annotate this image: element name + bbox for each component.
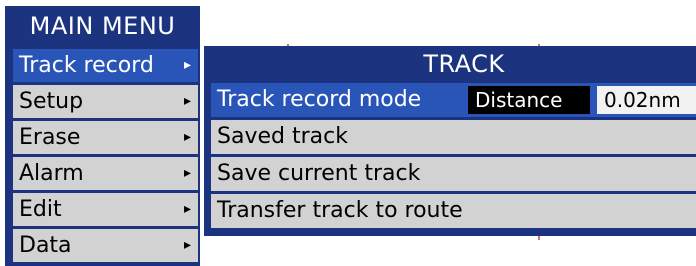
menu-item-setup[interactable]: Setup ▸ (13, 85, 198, 118)
menu-item-label: Erase (19, 125, 81, 150)
menu-item-alarm[interactable]: Alarm ▸ (13, 157, 198, 190)
track-item-label: Saved track (217, 124, 348, 149)
track-item-transfer-to-route[interactable]: Transfer track to route (211, 194, 696, 228)
menu-item-label: Setup (19, 89, 84, 114)
track-item-label: Save current track (217, 161, 421, 186)
menu-item-edit[interactable]: Edit ▸ (13, 193, 198, 226)
menu-item-label: Track record (19, 53, 154, 78)
chevron-right-icon: ▸ (183, 57, 191, 73)
menu-item-label: Alarm (19, 161, 84, 186)
chevron-right-icon: ▸ (183, 93, 191, 109)
menu-item-label: Data (19, 233, 72, 258)
menu-item-data[interactable]: Data ▸ (13, 229, 198, 262)
track-item-save-current-track[interactable]: Save current track (211, 157, 696, 191)
record-mode-value[interactable]: Distance (468, 86, 590, 114)
menu-item-label: Edit (19, 197, 62, 222)
record-interval-value[interactable]: 0.02nm (597, 86, 696, 114)
track-item-label: Track record mode (217, 87, 422, 112)
chevron-right-icon: ▸ (183, 237, 191, 253)
menu-item-erase[interactable]: Erase ▸ (13, 121, 198, 154)
chevron-right-icon: ▸ (183, 129, 191, 145)
main-menu-title: MAIN MENU (29, 12, 176, 40)
track-menu: TRACK Track record mode Distance 0.02nm … (204, 46, 696, 236)
track-item-record-mode[interactable]: Track record mode Distance 0.02nm (211, 83, 696, 117)
chevron-right-icon: ▸ (183, 201, 191, 217)
chevron-right-icon: ▸ (183, 165, 191, 181)
chart-mark (538, 236, 540, 240)
main-menu: MAIN MENU Track record ▸ Setup ▸ Erase ▸… (5, 6, 200, 266)
track-item-label: Transfer track to route (217, 198, 463, 223)
menu-item-track-record[interactable]: Track record ▸ (13, 49, 198, 82)
track-menu-title: TRACK (423, 50, 505, 78)
track-item-saved-track[interactable]: Saved track (211, 120, 696, 154)
